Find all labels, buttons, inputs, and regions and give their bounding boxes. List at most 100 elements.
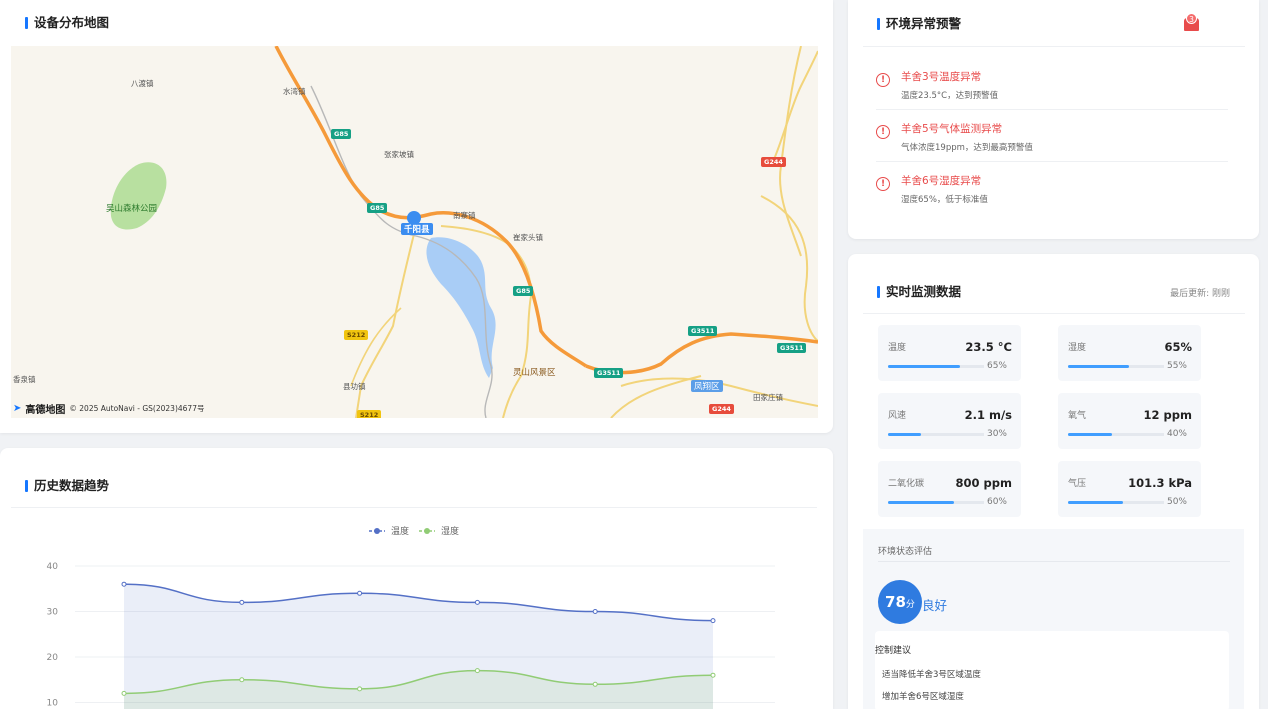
metric-percent: 60% — [983, 497, 1007, 507]
data-point — [121, 581, 127, 587]
metric-name: 气压 — [1068, 479, 1087, 489]
road-badge: G85 — [367, 203, 388, 213]
history-trend-card: 历史数据趋势 40 30 20 10 温度 湿度 — [0, 448, 833, 709]
y-tick-label: 20 — [47, 653, 59, 663]
metric-progress-fill — [1068, 433, 1112, 436]
road-badge: S212 — [344, 330, 369, 340]
metric-pressure[interactable]: 气压 101.3 kPa 50% — [1058, 461, 1201, 517]
metric-name: 风速 — [888, 411, 907, 421]
metric-percent: 65% — [983, 361, 1007, 371]
metric-percent: 30% — [983, 429, 1007, 439]
legend-label: 温度 — [391, 525, 409, 537]
metric-value: 101.3 kPa — [1128, 476, 1192, 490]
metric-progress — [1068, 501, 1178, 504]
evaluation-title: 环境状态评估 — [878, 547, 933, 557]
warning-icon: ! — [876, 73, 890, 87]
metric-progress — [888, 365, 998, 368]
metric-value: 800 ppm — [955, 476, 1012, 490]
score-unit: 分 — [905, 600, 915, 610]
map-logo: 高德地图 — [25, 405, 66, 416]
monitor-card-title: 实时监测数据 — [877, 285, 961, 299]
map-place-label: 八渡镇 — [131, 79, 154, 88]
advice-item: 适当降低羊舍3号区域温度 — [882, 670, 981, 680]
data-point — [357, 686, 363, 692]
map-attribution: ➤ 高德地图 © 2025 AutoNavi - GS(2023)4677号 — [13, 401, 204, 416]
road-badge: G244 — [709, 404, 734, 414]
advice-item: 增加羊舍6号区域湿度 — [882, 692, 964, 702]
warning-icon: ! — [876, 177, 890, 191]
data-point — [121, 690, 127, 696]
data-point — [710, 672, 716, 678]
metric-co2[interactable]: 二氧化碳 800 ppm 60% — [878, 461, 1021, 517]
metric-progress-fill — [888, 365, 960, 368]
alert-item[interactable]: ! 羊舍3号温度异常 温度23.5°C，达到预警值 — [876, 63, 1228, 115]
advice-title: 控制建议 — [875, 646, 912, 656]
y-tick-label: 10 — [47, 699, 59, 709]
road-badge: G3511 — [777, 343, 807, 353]
trend-chart[interactable]: 40 30 20 10 温度 湿度 — [0, 448, 833, 709]
map-place-label: 灵山风景区 — [513, 368, 556, 378]
metric-name: 湿度 — [1068, 343, 1087, 353]
alert-count-badge[interactable]: 3 — [1184, 13, 1200, 32]
metric-oxygen[interactable]: 氧气 12 ppm 40% — [1058, 393, 1201, 449]
alert-desc: 湿度65%，低于标准值 — [901, 195, 988, 205]
metric-progress — [1068, 433, 1178, 436]
map-place-label: 南寨镇 — [453, 211, 476, 220]
env-alert-card: 环境异常预警 3 ! 羊舍3号温度异常 温度23.5°C，达到预警值 ! 羊舍5… — [848, 0, 1259, 239]
metric-progress-fill — [888, 433, 921, 436]
alert-title: 羊舍3号温度异常 — [901, 71, 982, 83]
metric-percent: 40% — [1163, 429, 1187, 439]
alert-item[interactable]: ! 羊舍5号气体监测异常 气体浓度19ppm，达到最高预警值 — [876, 115, 1228, 167]
road-badge: G244 — [761, 157, 786, 167]
data-point — [592, 609, 598, 614]
metric-percent: 55% — [1163, 361, 1187, 371]
road-badge: G85 — [331, 129, 352, 139]
evaluation-status: 良好 — [922, 598, 948, 613]
metric-progress-fill — [1068, 501, 1123, 504]
alert-title: 羊舍6号湿度异常 — [901, 175, 982, 187]
map-copyright: © 2025 AutoNavi - GS(2023)4677号 — [69, 404, 205, 413]
last-update-text: 最后更新: 刚刚 — [1170, 289, 1230, 299]
data-point — [239, 677, 245, 683]
metric-progress-fill — [888, 501, 954, 504]
alert-desc: 气体浓度19ppm，达到最高预警值 — [901, 143, 1033, 153]
metric-wind-speed[interactable]: 风速 2.1 m/s 30% — [878, 393, 1021, 449]
map-marker-label[interactable]: 千阳县 — [401, 223, 433, 235]
alert-count: 3 — [1186, 13, 1197, 24]
metric-humidity[interactable]: 湿度 65% 55% — [1058, 325, 1201, 381]
metric-temperature[interactable]: 温度 23.5 °C 65% — [878, 325, 1021, 381]
control-advice: 控制建议 适当降低羊舍3号区域温度 增加羊舍6号区域湿度 — [875, 631, 1229, 709]
road-badge: S212 — [357, 410, 382, 418]
metric-progress-fill — [1068, 365, 1129, 368]
road-badge: G3511 — [688, 326, 718, 336]
map-card-title: 设备分布地图 — [25, 16, 109, 30]
device-map[interactable]: 八渡镇 水湾镇 张家坡镇 吴山森林公园 南寨镇 崔家头镇 千阳县 灵山风景区 凤… — [11, 46, 818, 418]
road-badge: G85 — [513, 286, 534, 296]
map-place-label: 张家坡镇 — [384, 150, 414, 159]
data-point — [710, 618, 716, 624]
metric-name: 温度 — [888, 343, 907, 353]
score-value: 78 — [885, 593, 906, 611]
map-logo-icon: ➤ — [13, 403, 22, 414]
metric-value: 65% — [1164, 340, 1192, 354]
metric-value: 23.5 °C — [965, 340, 1012, 354]
road-badge: G3511 — [594, 368, 624, 378]
y-tick-label: 40 — [47, 562, 59, 572]
alert-card-title: 环境异常预警 — [877, 17, 961, 31]
alert-title: 羊舍5号气体监测异常 — [901, 123, 1003, 135]
device-map-card: 设备分布地图 八渡镇 水湾镇 张家坡镇 吴山森林公园 南寨镇 崔家头镇 千阳县 … — [0, 0, 833, 433]
env-evaluation-panel: 环境状态评估 78分 良好 控制建议 适当降低羊舍3号区域温度 增加羊舍6号区域… — [863, 529, 1244, 709]
monitor-divider — [863, 313, 1245, 314]
metric-value: 12 ppm — [1143, 408, 1192, 422]
alert-divider — [876, 109, 1228, 110]
realtime-monitor-card: 实时监测数据 最后更新: 刚刚 温度 23.5 °C 65% 湿度 65% 55… — [848, 254, 1259, 709]
data-point — [239, 599, 245, 605]
alert-desc: 温度23.5°C，达到预警值 — [901, 91, 999, 101]
metric-progress — [1068, 365, 1178, 368]
data-point — [474, 668, 480, 674]
alert-item[interactable]: ! 羊舍6号湿度异常 湿度65%，低于标准值 — [876, 167, 1228, 219]
warning-icon: ! — [876, 125, 890, 139]
map-place-label: 崔家头镇 — [513, 233, 543, 242]
data-point — [357, 590, 363, 596]
metric-value: 2.1 m/s — [964, 408, 1012, 422]
